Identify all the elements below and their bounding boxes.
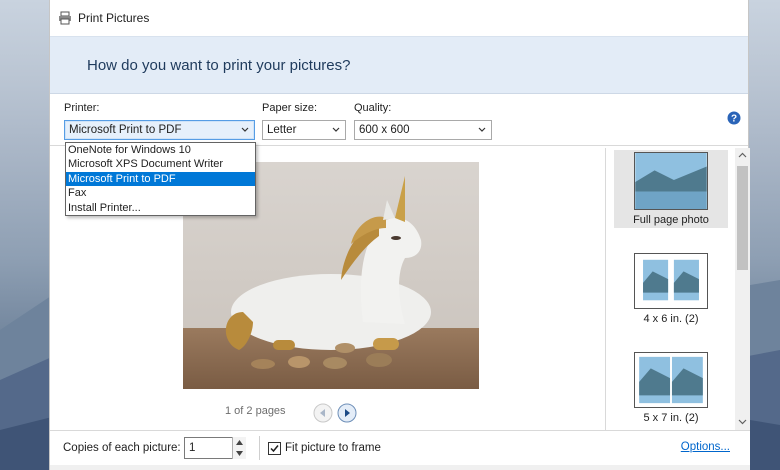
bottom-strip: [50, 465, 750, 470]
copies-stepper: [232, 437, 246, 459]
fit-to-frame-checkbox[interactable]: [268, 442, 281, 455]
scroll-up-icon[interactable]: [735, 148, 750, 163]
spin-up-icon[interactable]: [233, 437, 246, 448]
printer-option-fax[interactable]: Fax: [66, 186, 255, 200]
chevron-down-icon: [478, 127, 486, 132]
printer-icon: [59, 11, 71, 25]
options-link[interactable]: Options...: [681, 441, 730, 453]
print-pictures-dialog: Print Pictures How do you want to print …: [49, 0, 750, 470]
printer-select-value: Microsoft Print to PDF: [69, 124, 182, 136]
printer-option-pdf[interactable]: Microsoft Print to PDF: [66, 171, 255, 187]
printer-option-install[interactable]: Install Printer...: [66, 201, 255, 215]
chevron-down-icon: [332, 127, 340, 132]
fit-to-frame-label: Fit picture to frame: [285, 442, 381, 454]
header-band: How do you want to print your pictures?: [50, 36, 748, 94]
printer-label: Printer:: [64, 102, 100, 114]
footer-divider: [259, 436, 260, 460]
layout-5x7[interactable]: 5 x 7 in. (2): [614, 350, 728, 428]
page-question: How do you want to print your pictures?: [87, 56, 351, 74]
title-bar: Print Pictures: [50, 0, 748, 36]
layout-full-page-thumbnail: [634, 152, 708, 210]
printer-option-xps[interactable]: Microsoft XPS Document Writer: [66, 157, 255, 171]
paper-size-select[interactable]: Letter: [262, 120, 346, 140]
scrollbar-thumb[interactable]: [737, 166, 748, 270]
dialog-footer: Copies of each picture: 1 Fit picture to…: [50, 430, 750, 465]
layout-4x6-label: 4 x 6 in. (2): [643, 313, 699, 325]
spin-down-icon[interactable]: [233, 448, 246, 459]
print-settings-bar: Printer: Microsoft Print to PDF Paper si…: [50, 94, 748, 146]
page-indicator: 1 of 2 pages: [225, 405, 286, 417]
layout-picker: Full page photo 4 x 6 in. (2) 5 x 7 in. …: [605, 148, 750, 430]
quality-select[interactable]: 600 x 600: [354, 120, 492, 140]
chevron-down-icon: [241, 127, 249, 132]
next-page-icon[interactable]: [337, 403, 357, 423]
layout-scrollbar[interactable]: [735, 148, 750, 430]
copies-label: Copies of each picture:: [63, 442, 181, 454]
layout-4x6[interactable]: 4 x 6 in. (2): [614, 251, 728, 335]
prev-page-icon[interactable]: [313, 403, 333, 423]
paper-size-label: Paper size:: [262, 102, 318, 114]
quality-value: 600 x 600: [359, 124, 410, 136]
layout-5x7-label: 5 x 7 in. (2): [643, 412, 699, 424]
scroll-down-icon[interactable]: [735, 414, 750, 429]
window-title: Print Pictures: [78, 11, 150, 25]
help-icon[interactable]: ?: [727, 111, 741, 125]
printer-option-onenote[interactable]: OneNote for Windows 10: [66, 143, 255, 157]
layout-full-page-label: Full page photo: [633, 214, 709, 226]
checkmark-icon: [270, 445, 279, 453]
layout-4x6-thumbnail: [634, 253, 708, 309]
layout-full-page[interactable]: Full page photo: [614, 150, 728, 228]
printer-dropdown-list: OneNote for Windows 10 Microsoft XPS Doc…: [65, 142, 256, 216]
printer-select[interactable]: Microsoft Print to PDF: [64, 120, 255, 140]
paper-size-value: Letter: [267, 124, 297, 136]
layout-5x7-thumbnail: [634, 352, 708, 408]
svg-text:?: ?: [731, 114, 737, 125]
quality-label: Quality:: [354, 102, 392, 114]
